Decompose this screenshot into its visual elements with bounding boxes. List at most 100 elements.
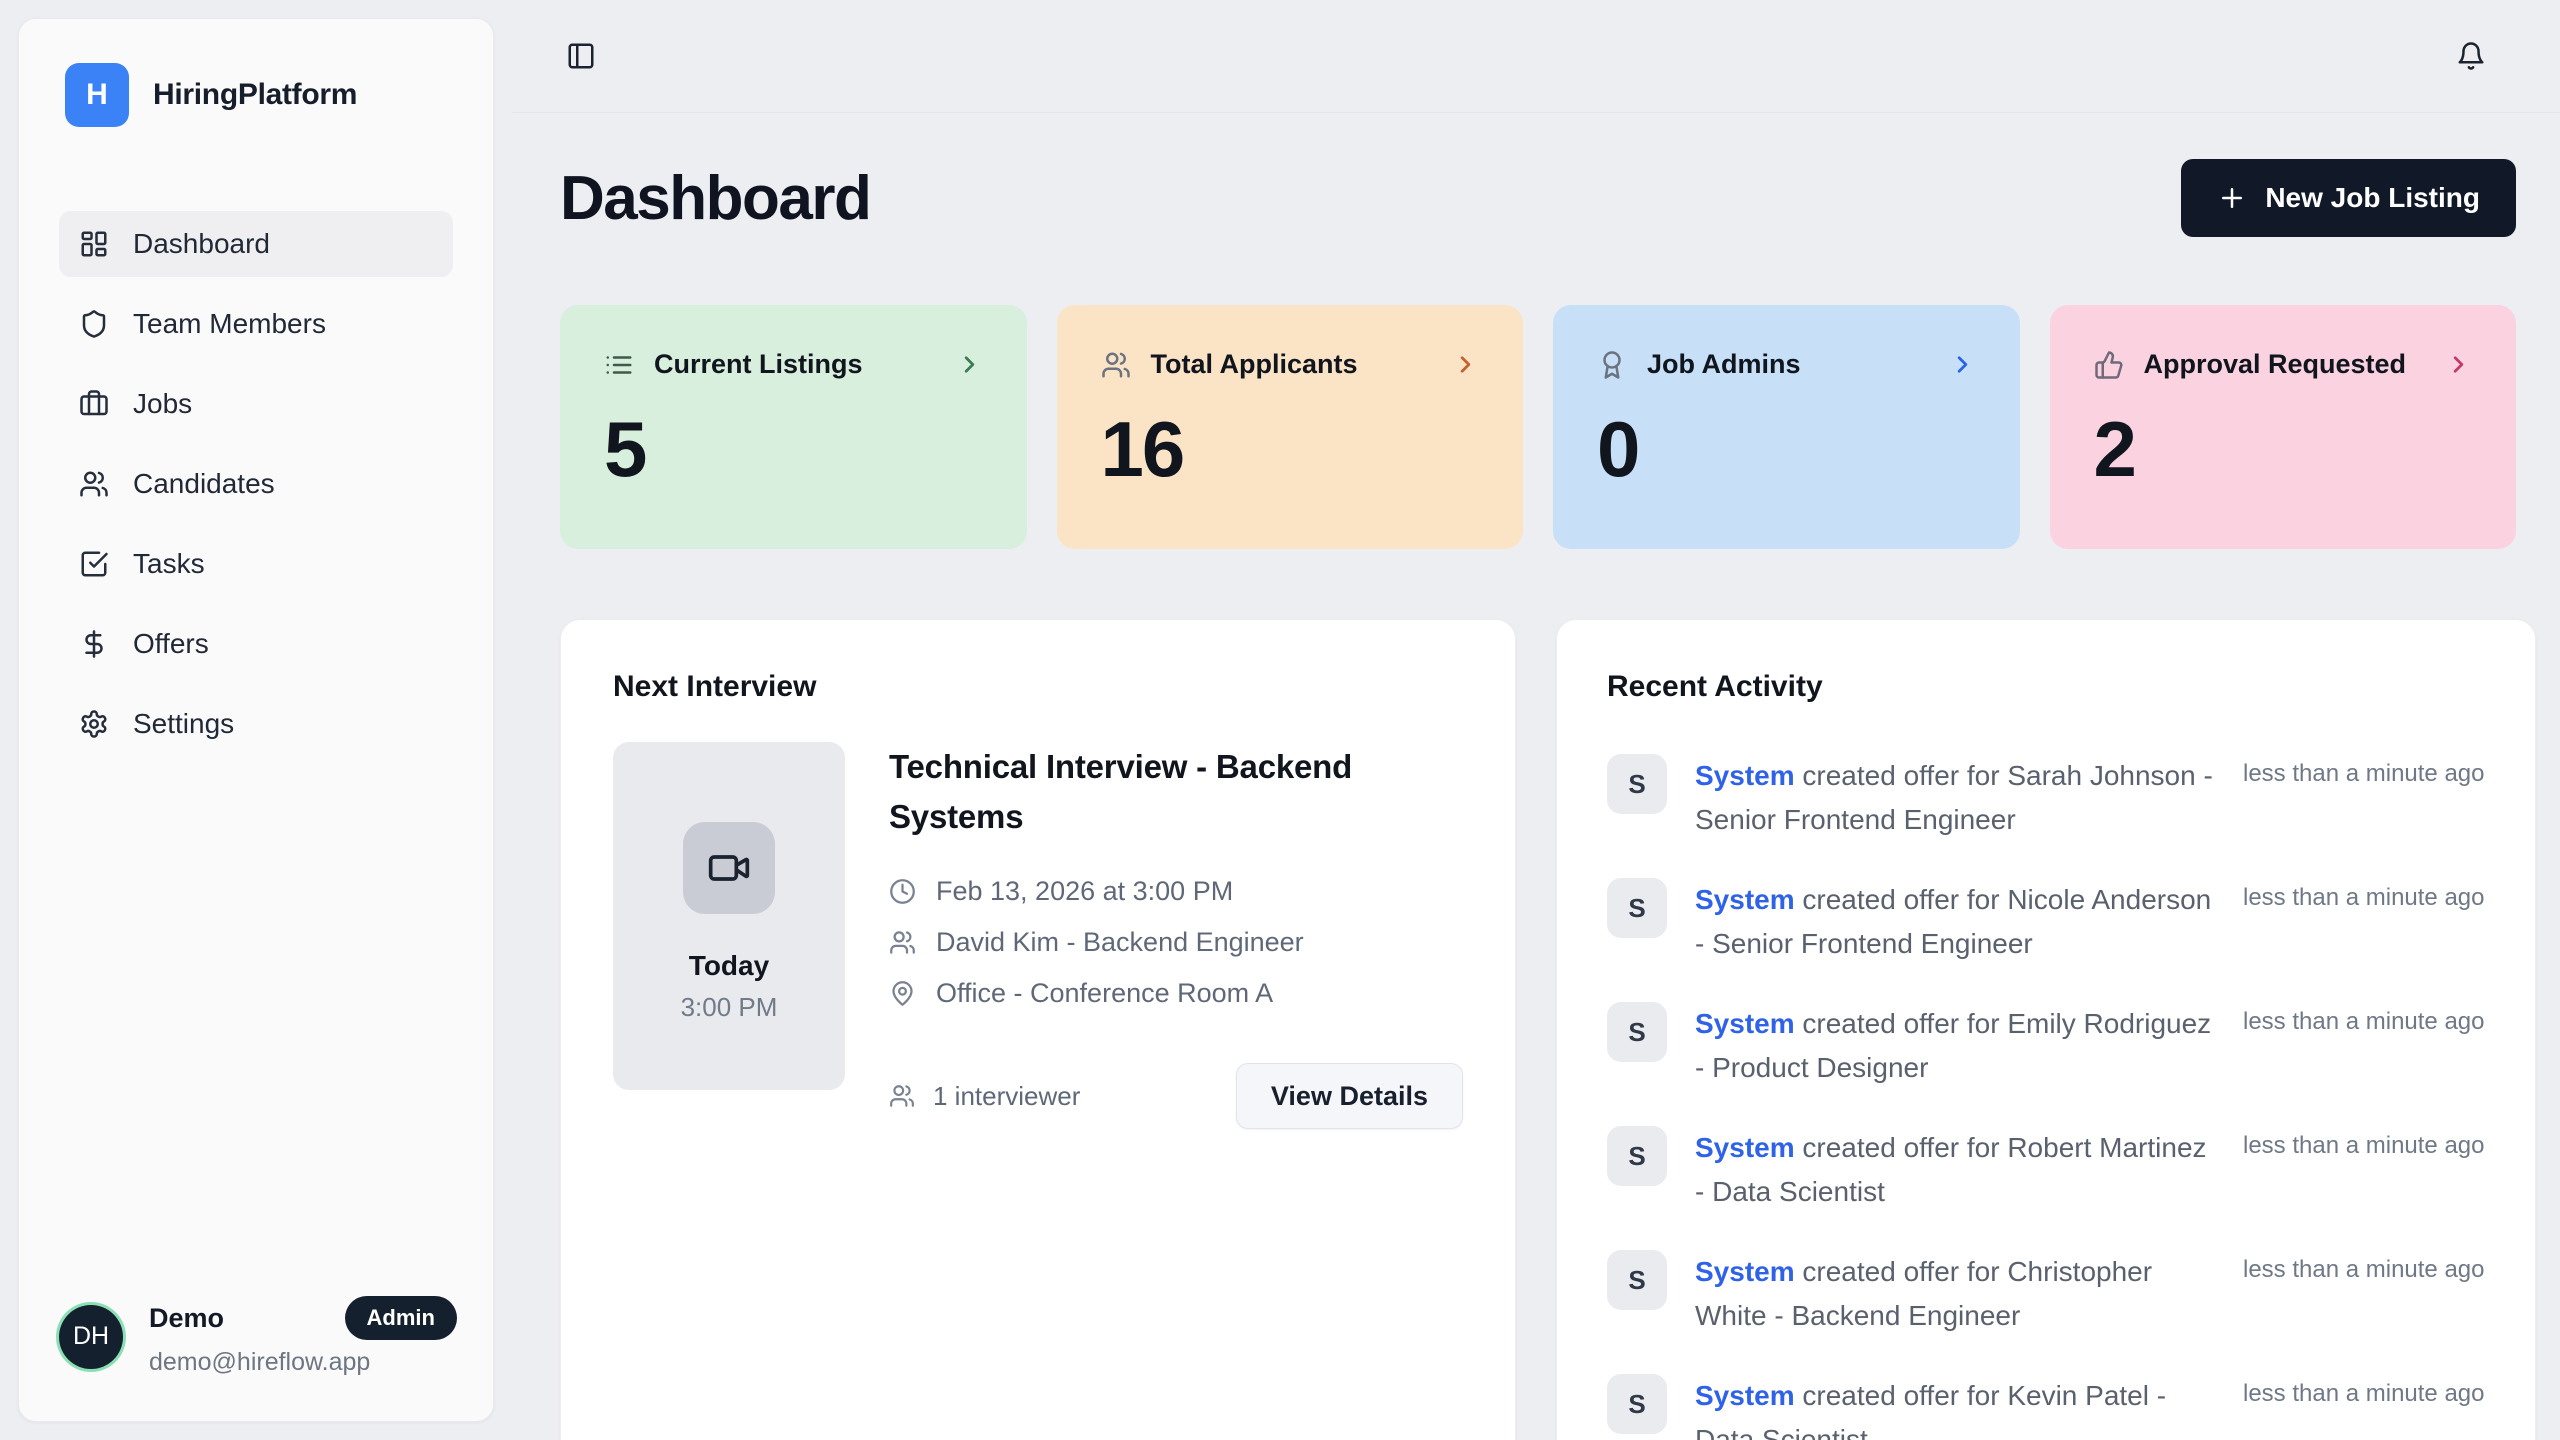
recent-activity-card: Recent Activity S System created offer f… — [1556, 619, 2536, 1440]
sidebar-item-label: Offers — [133, 628, 209, 660]
activity-timestamp: less than a minute ago — [2243, 1374, 2485, 1408]
activity-actor: System — [1695, 760, 1795, 791]
activity-avatar: S — [1607, 754, 1667, 814]
app-name: HiringPlatform — [153, 78, 357, 112]
sidebar-item-label: Jobs — [133, 388, 192, 420]
stat-label: Approval Requested — [2144, 349, 2407, 380]
role-badge: Admin — [345, 1296, 457, 1340]
users-icon — [1101, 350, 1131, 380]
video-tile — [683, 822, 775, 914]
map-pin-icon — [889, 980, 916, 1007]
user-card[interactable]: DH Demo Admin demo@hireflow.app — [19, 1296, 493, 1421]
users-icon — [889, 929, 916, 956]
new-job-listing-button[interactable]: New Job Listing — [2181, 159, 2516, 237]
sidebar-item-tasks[interactable]: Tasks — [59, 531, 453, 597]
next-interview-title: Next Interview — [613, 670, 1463, 704]
activity-avatar: S — [1607, 878, 1667, 938]
sidebar-item-label: Team Members — [133, 308, 326, 340]
stat-label: Total Applicants — [1151, 349, 1358, 380]
plus-icon — [2217, 183, 2247, 213]
activity-actor: System — [1695, 1132, 1795, 1163]
activity-timestamp: less than a minute ago — [2243, 878, 2485, 912]
interview-body: Today 3:00 PM Technical Interview - Back… — [613, 742, 1463, 1129]
sidebar-item-dashboard[interactable]: Dashboard — [59, 211, 453, 277]
main-content: Dashboard New Job Listing Current Listin… — [512, 113, 2560, 1440]
activity-actor: System — [1695, 1008, 1795, 1039]
page-header: Dashboard New Job Listing — [560, 159, 2516, 237]
schedule-day: Today — [689, 950, 769, 982]
interviewer-count-label: 1 interviewer — [933, 1081, 1080, 1112]
activity-timestamp: less than a minute ago — [2243, 1002, 2485, 1036]
thumbs-up-icon — [2094, 350, 2124, 380]
sidebar-item-offers[interactable]: Offers — [59, 611, 453, 677]
shield-icon — [79, 309, 109, 339]
activity-item: S System created offer for Emily Rodrigu… — [1607, 1002, 2485, 1090]
activity-timestamp: less than a minute ago — [2243, 1250, 2485, 1284]
schedule-tile: Today 3:00 PM — [613, 742, 845, 1090]
activity-text: System created offer for Robert Martinez… — [1695, 1126, 2215, 1214]
interview-details: Feb 13, 2026 at 3:00 PM David Kim - Back… — [889, 856, 1463, 1009]
sidebar-item-label: Candidates — [133, 468, 275, 500]
chevron-right-icon — [1452, 351, 1479, 378]
activity-text: System created offer for Emily Rodriguez… — [1695, 1002, 2215, 1090]
user-email: demo@hireflow.app — [149, 1348, 457, 1377]
sidebar-item-label: Tasks — [133, 548, 205, 580]
activity-text: System created offer for Christopher Whi… — [1695, 1250, 2215, 1338]
notifications-button[interactable] — [2456, 41, 2486, 71]
topbar — [512, 0, 2560, 113]
video-camera-icon — [707, 846, 751, 890]
activity-timestamp: less than a minute ago — [2243, 1126, 2485, 1160]
activity-timestamp: less than a minute ago — [2243, 754, 2485, 788]
content-row: Next Interview Today 3:00 PM Technical I… — [560, 619, 2516, 1440]
chevron-right-icon — [2445, 351, 2472, 378]
stat-label: Current Listings — [654, 349, 863, 380]
interview-candidate-row: David Kim - Backend Engineer — [889, 927, 1463, 958]
interview-location-row: Office - Conference Room A — [889, 978, 1463, 1009]
check-square-icon — [79, 549, 109, 579]
settings-icon — [79, 709, 109, 739]
sidebar-toggle-button[interactable] — [566, 41, 596, 71]
list-icon — [604, 350, 634, 380]
activity-avatar: S — [1607, 1250, 1667, 1310]
activity-text: System created offer for Sarah Johnson -… — [1695, 754, 2215, 842]
stat-card-current-listings[interactable]: Current Listings 5 — [560, 305, 1027, 549]
activity-text: System created offer for Kevin Patel - D… — [1695, 1374, 2215, 1440]
clock-icon — [889, 878, 916, 905]
sidebar-item-label: Dashboard — [133, 228, 270, 260]
stat-card-total-applicants[interactable]: Total Applicants 16 — [1057, 305, 1524, 549]
interview-info: Technical Interview - Backend Systems Fe… — [889, 742, 1463, 1129]
sidebar-item-candidates[interactable]: Candidates — [59, 451, 453, 517]
activity-item: S System created offer for Christopher W… — [1607, 1250, 2485, 1338]
app-logo: H — [65, 63, 129, 127]
sidebar-item-team-members[interactable]: Team Members — [59, 291, 453, 357]
interview-datetime-row: Feb 13, 2026 at 3:00 PM — [889, 876, 1463, 907]
activity-item: S System created offer for Nicole Anders… — [1607, 878, 2485, 966]
activity-avatar: S — [1607, 1002, 1667, 1062]
sidebar-item-settings[interactable]: Settings — [59, 691, 453, 757]
sidebar-nav: Dashboard Team Members Jobs Candidates T… — [19, 211, 493, 757]
stat-label: Job Admins — [1647, 349, 1801, 380]
interview-candidate: David Kim - Backend Engineer — [936, 927, 1304, 958]
interview-location: Office - Conference Room A — [936, 978, 1273, 1009]
interview-datetime: Feb 13, 2026 at 3:00 PM — [936, 876, 1233, 907]
sidebar: H HiringPlatform Dashboard Team Members … — [18, 18, 494, 1422]
new-job-listing-label: New Job Listing — [2265, 182, 2480, 214]
user-name: Demo — [149, 1303, 224, 1334]
stat-value: 0 — [1597, 404, 1976, 495]
schedule-time: 3:00 PM — [681, 992, 778, 1023]
activity-item: S System created offer for Kevin Patel -… — [1607, 1374, 2485, 1440]
briefcase-icon — [79, 389, 109, 419]
sidebar-item-jobs[interactable]: Jobs — [59, 371, 453, 437]
stat-value: 2 — [2094, 404, 2473, 495]
brand: H HiringPlatform — [19, 19, 493, 127]
dollar-sign-icon — [79, 629, 109, 659]
user-meta: Demo Admin demo@hireflow.app — [149, 1296, 457, 1377]
award-icon — [1597, 350, 1627, 380]
stat-value: 16 — [1101, 404, 1480, 495]
view-details-button[interactable]: View Details — [1236, 1063, 1463, 1129]
stat-value: 5 — [604, 404, 983, 495]
panel-left-icon — [566, 41, 596, 71]
stat-card-job-admins[interactable]: Job Admins 0 — [1553, 305, 2020, 549]
layout-dashboard-icon — [79, 229, 109, 259]
stat-card-approval-requested[interactable]: Approval Requested 2 — [2050, 305, 2517, 549]
